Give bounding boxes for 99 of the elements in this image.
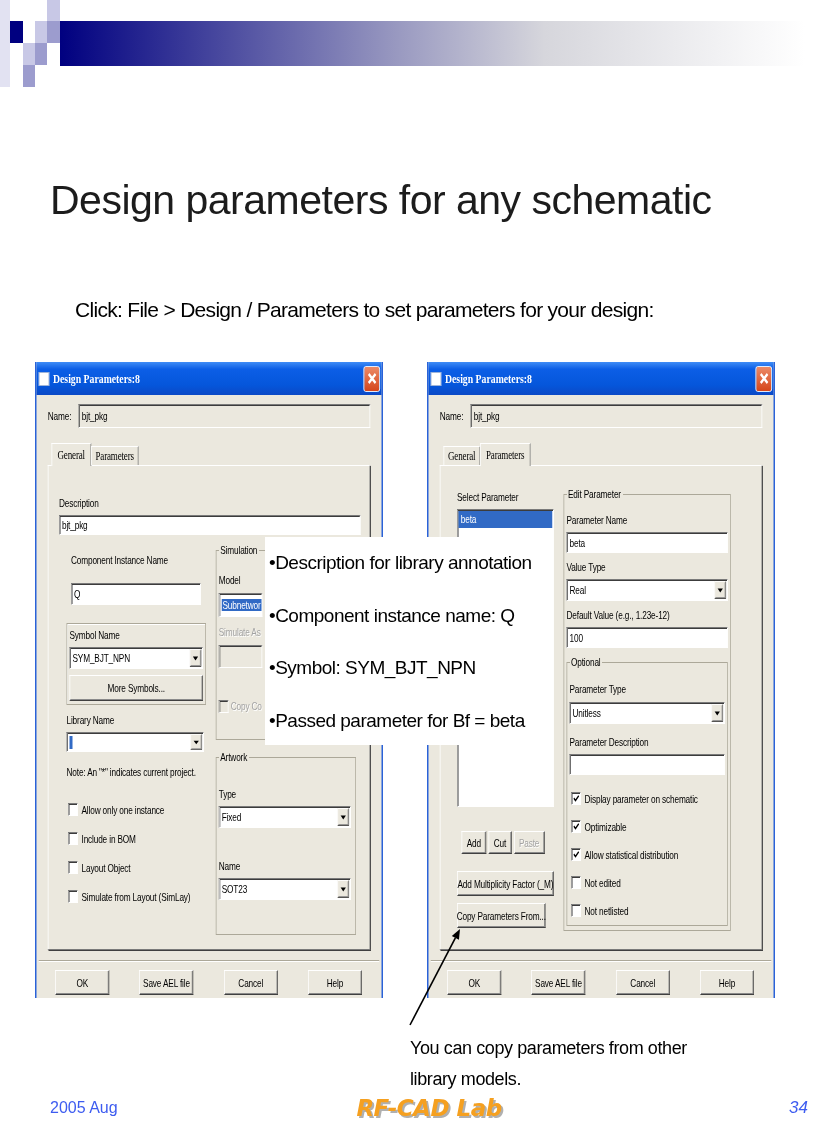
dropdown[interactable]: Unitless — [569, 701, 725, 724]
window-title: Design Parameters:8 — [445, 370, 532, 387]
close-button[interactable] — [363, 365, 380, 392]
text-field[interactable] — [569, 754, 725, 775]
field-label: Type — [218, 787, 237, 801]
name-field[interactable]: bjt_pkg — [78, 404, 371, 428]
caret-down-icon[interactable] — [711, 703, 724, 722]
name-field[interactable]: bjt_pkg — [470, 404, 763, 428]
checkbox-label: Layout Object — [81, 861, 131, 874]
tab[interactable]: Parameters — [479, 443, 531, 466]
checkbox[interactable] — [68, 832, 78, 845]
group-label: Optional — [570, 656, 602, 669]
checkbox-label: Not edited — [584, 876, 621, 889]
field-label: Parameter Type — [569, 683, 626, 696]
checkbox-label: Allow statistical distribution — [584, 848, 679, 861]
field-label: Name: — [47, 409, 72, 423]
tick-icon — [572, 823, 579, 830]
field-label: Value Type — [566, 560, 606, 574]
dropdown[interactable] — [66, 732, 204, 752]
field-label: Parameter Description — [569, 735, 649, 749]
field-label: Name: — [439, 409, 464, 423]
caret-down-icon[interactable] — [714, 581, 727, 599]
instance-name-field[interactable]: Q — [71, 583, 201, 605]
dropdown[interactable]: Real — [566, 579, 728, 601]
tab[interactable]: General — [51, 443, 91, 466]
checkbox-label: Allow only one instance — [81, 803, 165, 816]
note-text: Note: An "*" indicates current project. — [66, 766, 196, 779]
callout-text: •Description for library annotation — [269, 551, 532, 575]
checkbox[interactable] — [68, 890, 78, 903]
checkbox[interactable] — [571, 820, 581, 833]
dialog-button[interactable]: Save AEL file — [139, 970, 194, 995]
field-label: Select Parameter — [457, 491, 519, 504]
dropdown[interactable]: SYM_BJT_NPN — [69, 647, 203, 669]
window-title: Design Parameters:8 — [53, 370, 140, 387]
checkbox-label: Not netlisted — [584, 904, 629, 917]
callout-text: •Passed parameter for Bf = beta — [269, 708, 525, 733]
checkbox-label: Copy Co — [230, 700, 262, 712]
window-icon — [38, 371, 50, 386]
dialog-button[interactable]: Help — [308, 970, 362, 995]
field-label: Model — [218, 573, 241, 587]
slide-subtitle: Click: File > Design / Parameters to set parameters for your design: — [75, 297, 654, 323]
dialog-button[interactable]: Cancel — [223, 970, 278, 995]
group-label: Artwork — [219, 751, 249, 764]
footer-logo: RF-CAD Lab — [356, 1095, 502, 1121]
dropdown[interactable]: SOT23 — [218, 878, 351, 900]
close-icon — [366, 372, 377, 385]
group-label: Simulation — [219, 544, 259, 557]
multiplicity-button[interactable]: Add Multiplicity Factor (_M) — [457, 871, 554, 896]
field-label: Default Value (e.g., 1.23e-12) — [566, 608, 670, 622]
dialog-button[interactable]: OK — [447, 970, 502, 995]
caret-down-icon[interactable] — [190, 734, 203, 750]
caret-down-icon[interactable] — [189, 649, 202, 667]
checkbox[interactable] — [571, 876, 581, 889]
tick-icon — [572, 851, 579, 858]
slide-title: Design parameters for any schematic — [50, 176, 712, 224]
description-field[interactable]: bjt_pkg — [59, 515, 361, 535]
annotation-text: You can copy parameters from other library models. — [410, 1037, 688, 1091]
close-icon — [758, 372, 769, 385]
checkbox[interactable] — [68, 803, 78, 816]
field-label: Component Instance Name — [71, 554, 168, 567]
copy-parameters-button[interactable]: Copy Parameters From... — [457, 903, 546, 928]
dialog-button[interactable]: Help — [700, 970, 754, 995]
checkbox[interactable] — [571, 792, 581, 805]
callout-text: •Component instance name: Q — [269, 603, 515, 628]
dialog-button[interactable]: Cancel — [615, 970, 670, 995]
checkbox-label: Display parameter on schematic — [584, 792, 698, 805]
window-icon — [430, 371, 442, 386]
checkbox[interactable] — [68, 861, 78, 874]
checkbox[interactable] — [571, 848, 581, 861]
tab[interactable]: General — [443, 446, 480, 465]
caret-down-icon[interactable] — [337, 880, 350, 898]
dropdown[interactable]: Subnetwor — [218, 593, 263, 617]
tick-icon — [572, 795, 579, 802]
tab[interactable]: Parameters — [90, 446, 139, 465]
close-button[interactable] — [755, 365, 772, 392]
checkbox-label: Include in BOM — [81, 832, 136, 845]
text-field[interactable]: 100 — [566, 627, 728, 648]
more-symbols-button[interactable]: More Symbols... — [69, 675, 203, 701]
page-number: 34 — [789, 1098, 808, 1118]
field-label: Description — [59, 497, 99, 510]
field-label: Library Name — [66, 714, 115, 727]
field-label: Symbol Name — [69, 629, 120, 642]
field-label: Name — [218, 859, 241, 873]
list-action-button[interactable]: Add — [461, 831, 487, 854]
field-label: Simulate As — [218, 625, 261, 639]
dialog-button[interactable]: OK — [55, 970, 110, 995]
dropdown[interactable]: Fixed — [218, 806, 351, 828]
dialog-button[interactable]: Save AEL file — [531, 970, 586, 995]
checkbox[interactable] — [571, 904, 581, 917]
text-field[interactable]: beta — [566, 532, 728, 553]
caret-down-icon[interactable] — [337, 808, 350, 826]
field-label: Parameter Name — [566, 513, 628, 527]
list-action-button[interactable]: Cut — [488, 831, 512, 854]
group-label: Edit Parameter — [567, 488, 622, 501]
checkbox-label: Simulate from Layout (SimLay) — [81, 890, 191, 903]
footer-date: 2005 Aug — [50, 1099, 118, 1117]
checkbox-label: Optimizable — [584, 820, 627, 833]
callout-text: •Symbol: SYM_BJT_NPN — [269, 656, 476, 680]
list-item[interactable]: beta — [458, 511, 553, 528]
